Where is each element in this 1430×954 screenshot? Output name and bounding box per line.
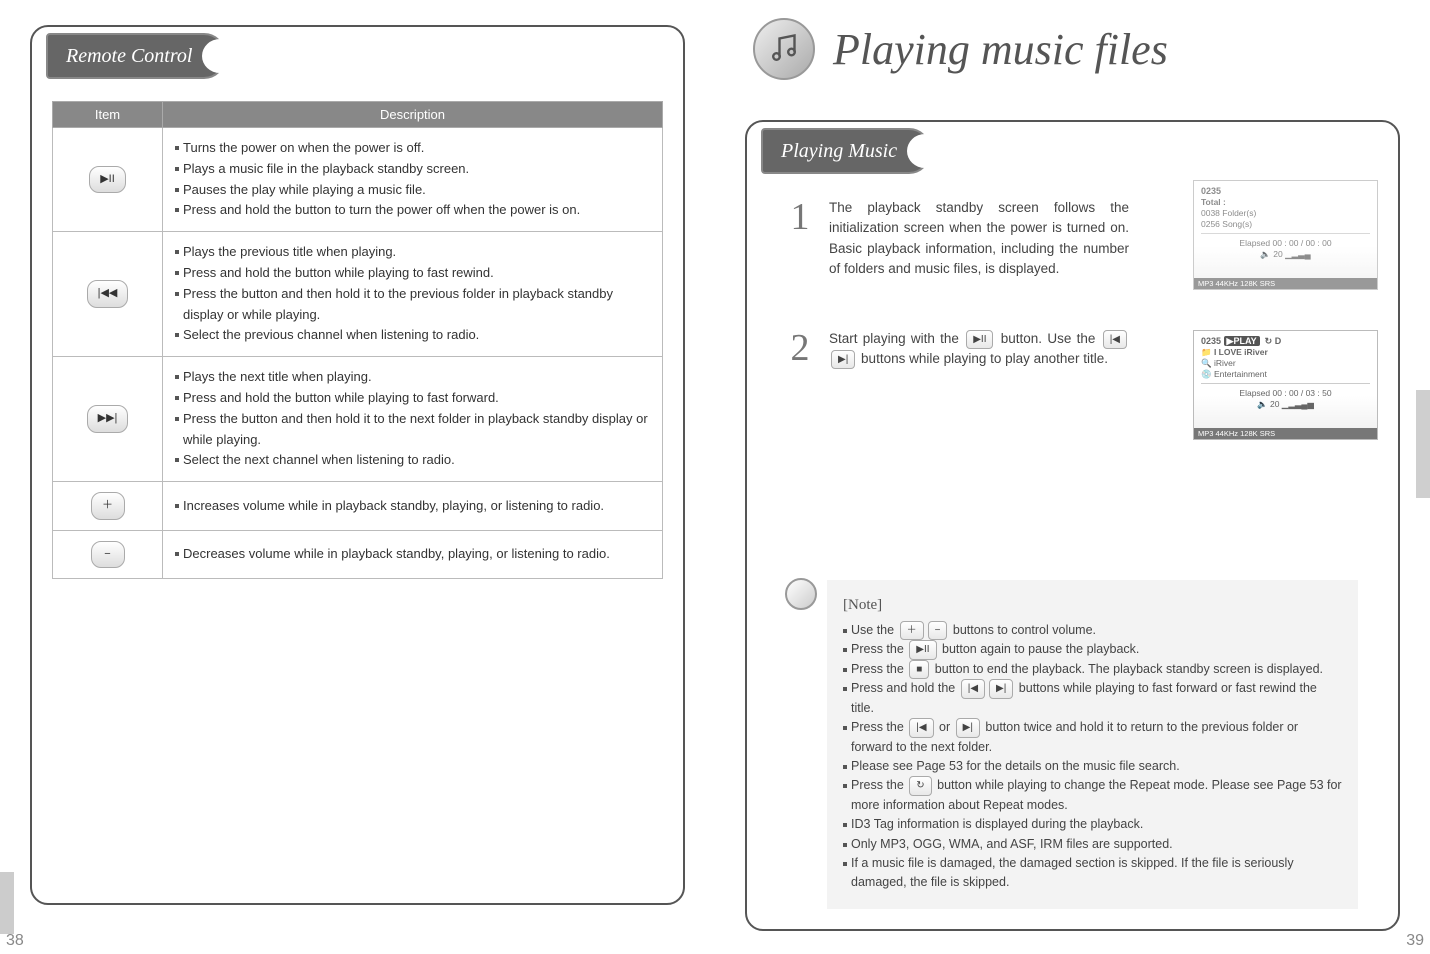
remote-control-panel: Remote Control Item Description ▶II Turn… (30, 25, 685, 905)
playing-music-panel: Playing Music 0235 Total : 0038 Folder(s… (745, 120, 1400, 931)
note-item: Use the ＋− buttons to control volume. (843, 621, 1342, 641)
next-icon: ▶| (956, 718, 980, 738)
desc-cell: Turns the power on when the power is off… (163, 128, 663, 232)
step-number: 1 (785, 198, 815, 279)
desc-cell: Plays the next title when playing. Press… (163, 357, 663, 482)
prev-icon: |◀ (961, 679, 985, 699)
page-38: Remote Control Item Description ▶II Turn… (0, 0, 715, 954)
next-icon: ▶| (989, 679, 1013, 699)
desc-cell: Decreases volume while in playback stand… (163, 530, 663, 579)
note-item: Please see Page 53 for the details on th… (843, 757, 1342, 776)
note-item: Press the ↻ button while playing to chan… (843, 776, 1342, 815)
page-title: Playing music files (833, 24, 1168, 75)
table-row: ▶II Turns the power on when the power is… (53, 128, 663, 232)
standby-screen-preview: 0235 Total : 0038 Folder(s) 0256 Song(s)… (1193, 180, 1378, 290)
side-tab (0, 872, 14, 934)
next-icon: ▶▶| (87, 405, 129, 433)
note-item: Only MP3, OGG, WMA, and ASF, IRM files a… (843, 835, 1342, 854)
vol-up-icon: ＋ (91, 492, 125, 520)
vol-down-icon: − (91, 541, 125, 569)
vol-up-icon: ＋ (900, 621, 924, 641)
page-number: 39 (1406, 932, 1424, 950)
note-item: If a music file is damaged, the damaged … (843, 854, 1342, 893)
page-header: Playing music files (753, 18, 1400, 80)
table-row: ＋ Increases volume while in playback sta… (53, 482, 663, 531)
note-item: Press the ■ button to end the playback. … (843, 660, 1342, 680)
step-text: The playback standby screen follows the … (829, 198, 1129, 279)
prev-icon: |◀◀ (87, 280, 129, 308)
page-number: 38 (6, 932, 24, 950)
note-item: Press the |◀ or ▶| button twice and hold… (843, 718, 1342, 757)
section-title-remote-control: Remote Control (46, 33, 226, 79)
page-39: Playing music files Playing Music 0235 T… (715, 0, 1430, 954)
music-note-icon (753, 18, 815, 80)
stop-icon: ■ (909, 660, 929, 680)
table-row: − Decreases volume while in playback sta… (53, 530, 663, 579)
repeat-icon: ↻ (909, 776, 931, 796)
desc-cell: Increases volume while in playback stand… (163, 482, 663, 531)
prev-icon: |◀ (909, 718, 933, 738)
step-text: Start playing with the ▶II button. Use t… (829, 329, 1129, 370)
desc-cell: Plays the previous title when playing. P… (163, 232, 663, 357)
remote-control-table: Item Description ▶II Turns the power on … (52, 101, 663, 579)
prev-icon: |◀ (1103, 330, 1127, 349)
note-title: [Note] (843, 594, 882, 617)
next-icon: ▶| (831, 350, 855, 369)
note-item: ID3 Tag information is displayed during … (843, 815, 1342, 834)
step-number: 2 (785, 329, 815, 370)
col-item: Item (53, 102, 163, 128)
note-icon (785, 578, 817, 610)
note-box: [Note] Use the ＋− buttons to control vol… (827, 580, 1358, 909)
col-description: Description (163, 102, 663, 128)
table-row: ▶▶| Plays the next title when playing. P… (53, 357, 663, 482)
play-pause-icon: ▶II (909, 640, 936, 660)
note-item: Press and hold the |◀▶| buttons while pl… (843, 679, 1342, 718)
table-row: |◀◀ Plays the previous title when playin… (53, 232, 663, 357)
vol-down-icon: − (928, 621, 948, 641)
note-item: Press the ▶II button again to pause the … (843, 640, 1342, 660)
play-pause-icon: ▶II (89, 166, 126, 194)
playback-screen-preview: 0235 ▶PLAY ↻ D 📁 I LOVE iRiver 🔍 iRiver … (1193, 330, 1378, 440)
section-title-playing-music: Playing Music (761, 128, 931, 174)
side-tab (1416, 390, 1430, 498)
play-pause-icon: ▶II (966, 330, 993, 349)
